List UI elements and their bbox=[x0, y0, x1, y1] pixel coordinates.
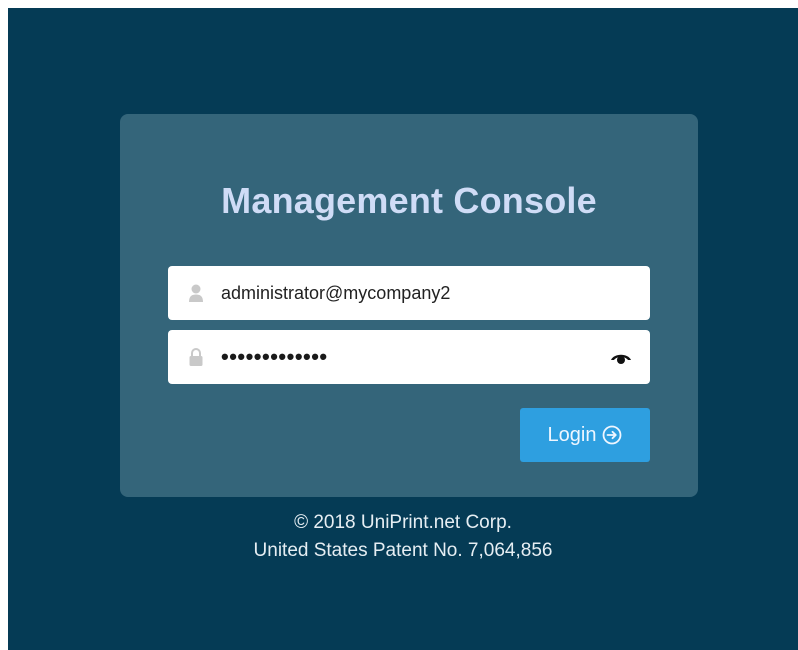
user-icon bbox=[189, 284, 203, 302]
page-title: Management Console bbox=[221, 180, 597, 221]
login-card: Management Console administrator@mycompa… bbox=[120, 114, 698, 497]
eye-icon[interactable] bbox=[610, 348, 632, 366]
login-button[interactable]: Login bbox=[520, 408, 650, 462]
patent-text: United States Patent No. 7,064,856 bbox=[253, 540, 553, 561]
login-screen: Management Console administrator@mycompa… bbox=[8, 8, 798, 650]
lock-icon bbox=[189, 348, 203, 366]
login-button-label: Login bbox=[547, 423, 597, 446]
arrow-circle-right-icon bbox=[603, 425, 622, 445]
username-value: administrator@mycompany2 bbox=[221, 283, 451, 303]
password-field[interactable]: ••••••••••••• bbox=[168, 330, 650, 384]
copyright-text: © 2018 UniPrint.net Corp. bbox=[294, 512, 512, 533]
password-value: ••••••••••••• bbox=[221, 344, 328, 369]
username-field[interactable]: administrator@mycompany2 bbox=[168, 266, 650, 320]
